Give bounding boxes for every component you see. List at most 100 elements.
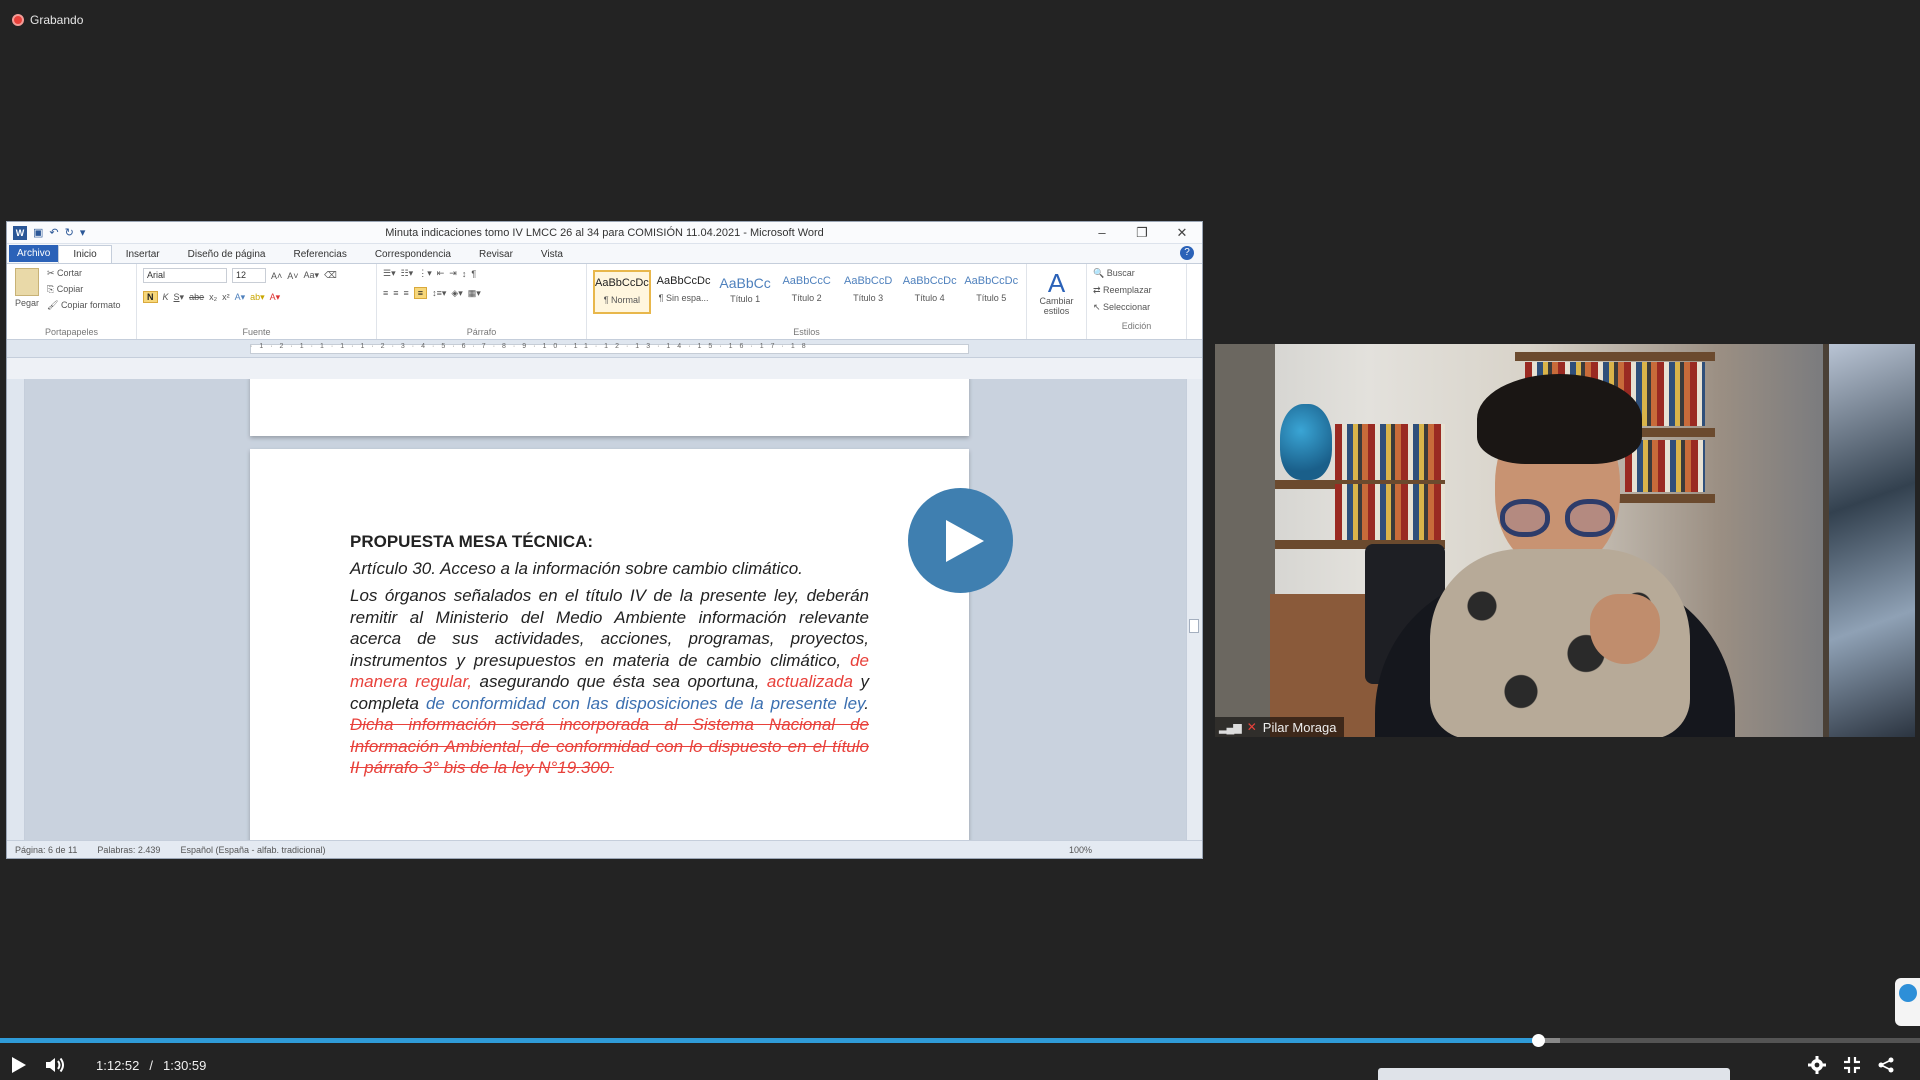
tab-diseno[interactable]: Diseño de página — [174, 246, 280, 263]
increase-indent-icon[interactable]: ⇥ — [449, 268, 457, 279]
bullets-icon[interactable]: ☰▾ — [383, 268, 396, 279]
multilevel-icon[interactable]: ⋮▾ — [418, 268, 432, 279]
cut-button[interactable]: ✂ Cortar — [47, 268, 120, 279]
record-dot-icon — [12, 14, 24, 26]
shading-icon[interactable]: ◈▾ — [451, 288, 462, 299]
subscript-button[interactable]: x₂ — [209, 292, 217, 302]
clipboard-group-label: Portapapeles — [44, 327, 99, 337]
word-window-title: Minuta indicaciones tomo IV LMCC 26 al 3… — [385, 226, 824, 239]
progress-played — [0, 1038, 1539, 1043]
customize-qat-icon[interactable]: ▾ — [80, 226, 86, 239]
style-titulo-5[interactable]: AaBbCcDc Título 5 — [962, 270, 1020, 314]
text-effects-icon[interactable]: A▾ — [235, 292, 246, 303]
paste-icon — [15, 268, 39, 296]
progress-thumb[interactable] — [1532, 1034, 1546, 1047]
align-right-icon[interactable]: ≡ — [404, 288, 409, 298]
play-icon — [945, 519, 984, 562]
font-name-select[interactable]: Arial — [143, 268, 227, 283]
scrollbar-thumb[interactable] — [1189, 619, 1199, 633]
help-icon[interactable]: ? — [1180, 246, 1194, 260]
align-center-icon[interactable]: ≡ — [393, 288, 398, 298]
font-group: Arial 12 A˄ A˅ Aa▾ ⌫ N K S▾ abe x₂ x² A▾… — [137, 264, 377, 339]
clear-format-icon[interactable]: ⌫ — [324, 270, 337, 281]
floating-widget[interactable] — [1895, 978, 1920, 1026]
style-titulo-2[interactable]: AaBbCcC Título 2 — [778, 270, 836, 314]
zoom-level[interactable]: 100% — [1069, 845, 1092, 855]
format-painter-button[interactable]: 🖌 Copiar formato — [47, 300, 120, 311]
window-controls: – ❐ ✕ — [1082, 225, 1202, 241]
tab-archivo[interactable]: Archivo — [9, 245, 59, 262]
progress-bar[interactable] — [0, 1034, 1920, 1047]
change-styles-button[interactable]: A Cambiar estilos — [1027, 264, 1087, 339]
decrease-indent-icon[interactable]: ⇤ — [437, 268, 445, 279]
ribbon-tabs: Archivo Inicio Insertar Diseño de página… — [7, 244, 1202, 264]
close-icon[interactable]: ✕ — [1162, 225, 1202, 241]
strikethrough-button[interactable]: abe — [189, 292, 204, 302]
recording-indicator: Grabando — [12, 13, 83, 27]
style-titulo-4[interactable]: AaBbCcDc Título 4 — [901, 270, 959, 314]
font-group-label: Fuente — [242, 327, 271, 337]
article-title: Artículo 30. Acceso a la información sob… — [350, 559, 803, 578]
volume-button[interactable] — [46, 1057, 66, 1073]
mic-muted-icon: ✕ — [1246, 720, 1257, 734]
minimize-icon[interactable]: – — [1082, 225, 1122, 241]
replace-button[interactable]: ⇄ Reemplazar — [1093, 285, 1180, 296]
bold-button[interactable]: N — [143, 291, 158, 303]
share-button[interactable] — [1878, 1057, 1894, 1073]
tab-inicio[interactable]: Inicio — [58, 245, 112, 263]
borders-icon[interactable]: ▦▾ — [468, 288, 481, 299]
sort-icon[interactable]: ↕ — [462, 269, 467, 279]
find-button[interactable]: 🔍 Buscar — [1093, 268, 1180, 279]
vertical-scrollbar[interactable] — [1186, 379, 1202, 842]
style-titulo-3[interactable]: AaBbCcD Título 3 — [839, 270, 897, 314]
style-normal[interactable]: AaBbCcDc ¶ Normal — [593, 270, 651, 314]
highlight-icon[interactable]: ab▾ — [250, 292, 265, 303]
paragraph-group-label: Párrafo — [466, 327, 497, 337]
play-button[interactable] — [12, 1057, 26, 1073]
redo-icon[interactable]: ↻ — [65, 226, 74, 239]
undo-icon[interactable]: ↶ — [49, 226, 58, 239]
underline-button[interactable]: S▾ — [174, 292, 185, 303]
justify-icon[interactable]: ≡ — [413, 287, 428, 299]
align-left-icon[interactable]: ≡ — [383, 288, 388, 298]
paste-button[interactable]: Pegar — [13, 268, 41, 325]
tab-referencias[interactable]: Referencias — [279, 246, 360, 263]
superscript-button[interactable]: x² — [222, 292, 230, 302]
styles-group-label: Estilos — [793, 327, 820, 337]
change-case-icon[interactable]: Aa▾ — [304, 270, 320, 281]
style-sin-espaciado[interactable]: AaBbCcDc ¶ Sin espa... — [655, 270, 713, 314]
save-icon[interactable]: ▣ — [33, 226, 43, 239]
tab-revisar[interactable]: Revisar — [465, 246, 527, 263]
document-area[interactable]: PROPUESTA MESA TÉCNICA: Artículo 30. Acc… — [7, 379, 1202, 842]
horizontal-ruler[interactable]: ·1·2·1·1·1·1·2·3·4·5·6·7·8·9·10·11·12·13… — [7, 340, 1202, 358]
grow-font-icon[interactable]: A˄ — [271, 271, 282, 281]
page-count[interactable]: Página: 6 de 11 — [15, 845, 77, 855]
exit-fullscreen-button[interactable] — [1844, 1057, 1860, 1073]
ribbon: Pegar ✂ Cortar ⎘ Copiar 🖌 Copiar formato… — [7, 264, 1202, 340]
document-page[interactable]: PROPUESTA MESA TÉCNICA: Artículo 30. Acc… — [250, 449, 969, 842]
editing-group-label: Edición — [1121, 321, 1152, 331]
word-window: W ▣ ↶ ↻ ▾ Minuta indicaciones tomo IV LM… — [6, 221, 1203, 859]
settings-button[interactable] — [1808, 1056, 1826, 1074]
status-bar: Página: 6 de 11 Palabras: 2.439 Español … — [7, 840, 1202, 858]
show-marks-icon[interactable]: ¶ — [471, 269, 476, 279]
language-status[interactable]: Español (España - alfab. tradicional) — [180, 845, 325, 855]
italic-button[interactable]: K — [163, 292, 169, 302]
word-count[interactable]: Palabras: 2.439 — [97, 845, 160, 855]
select-button[interactable]: ↖ Seleccionar — [1093, 302, 1180, 313]
change-styles-icon: A — [1047, 268, 1066, 298]
tab-correspondencia[interactable]: Correspondencia — [361, 246, 465, 263]
font-color-icon[interactable]: A▾ — [270, 292, 281, 303]
restore-icon[interactable]: ❐ — [1122, 225, 1162, 241]
tab-insertar[interactable]: Insertar — [112, 246, 174, 263]
duration: 1:30:59 — [163, 1057, 207, 1073]
style-titulo-1[interactable]: AaBbCc Título 1 — [716, 270, 774, 314]
shrink-font-icon[interactable]: A˅ — [287, 271, 298, 281]
line-spacing-icon[interactable]: ↕≡▾ — [432, 288, 446, 299]
tab-vista[interactable]: Vista — [527, 246, 577, 263]
signal-icon: ▂▄▆ — [1219, 721, 1242, 734]
copy-button[interactable]: ⎘ Copiar — [47, 284, 120, 295]
font-size-select[interactable]: 12 — [232, 268, 266, 283]
numbering-icon[interactable]: ☷▾ — [401, 268, 414, 279]
play-overlay-button[interactable] — [908, 488, 1013, 593]
